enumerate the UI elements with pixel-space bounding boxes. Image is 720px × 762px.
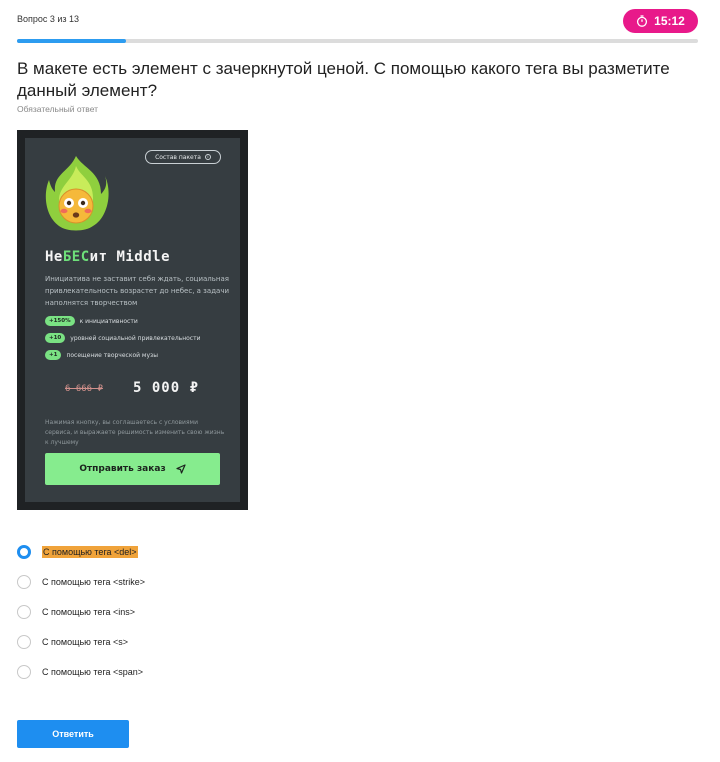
new-price: 5 000 ₽ (133, 380, 200, 396)
package-button: Состав пакета i (145, 150, 221, 164)
answer-option[interactable]: С помощью тега <del> (17, 543, 317, 561)
perk-badge: +150% (45, 316, 75, 326)
stopwatch-icon (637, 15, 648, 27)
perk-text: посещение творческой музы (66, 351, 158, 359)
perk-item: +10 уровней социальной привлекательности (45, 333, 201, 343)
question-counter: Вопрос 3 из 13 (17, 14, 80, 24)
order-button-label: Отправить заказ (79, 464, 166, 474)
radio-button[interactable] (17, 635, 31, 649)
answer-option-label[interactable]: С помощью тега <del> (42, 546, 138, 558)
package-button-label: Состав пакета (155, 153, 201, 161)
radio-button[interactable] (17, 545, 31, 559)
question-image: Состав пакета i НеБЕСит Middle Инициатив… (17, 130, 248, 510)
submit-button[interactable]: Ответить (17, 720, 129, 748)
product-title-accent: БЕС (62, 249, 90, 265)
product-title-suffix: ит Middle (89, 249, 171, 265)
product-description: Инициатива не заставит себя ждать, социа… (45, 275, 230, 307)
answer-option-label[interactable]: С помощью тега <s> (42, 637, 128, 647)
timer-value: 15:12 (654, 14, 685, 28)
perk-badge: +10 (45, 333, 66, 343)
answer-option-label[interactable]: С помощью тега <span> (42, 667, 143, 677)
required-label: Обязательный ответ (17, 104, 99, 114)
answer-option[interactable]: С помощью тега <span> (17, 663, 317, 681)
radio-button[interactable] (17, 665, 31, 679)
product-title: НеБЕСит Middle (45, 249, 170, 265)
send-icon (176, 464, 186, 474)
info-icon: i (204, 154, 211, 160)
radio-button[interactable] (17, 605, 31, 619)
fire-mascot-icon (45, 156, 109, 231)
product-title-prefix: Не (45, 249, 63, 265)
timer-badge: 15:12 (623, 9, 698, 33)
radio-button[interactable] (17, 575, 31, 589)
answer-option-label[interactable]: С помощью тега <strike> (42, 577, 145, 587)
progress-fill (17, 39, 126, 43)
perk-item: +150% к инициативности (45, 316, 138, 326)
product-card: Состав пакета i НеБЕСит Middle Инициатив… (25, 138, 240, 502)
perk-text: уровней социальной привлекательности (70, 334, 201, 342)
progress-bar (17, 39, 698, 43)
answer-option-label[interactable]: С помощью тега <ins> (42, 607, 135, 617)
answer-option[interactable]: С помощью тега <strike> (17, 573, 317, 591)
legal-text: Нажимая кнопку, вы соглашаетесь с услови… (45, 419, 225, 446)
order-button: Отправить заказ (45, 453, 220, 485)
perk-item: +1 посещение творческой музы (45, 350, 158, 360)
question-text: В макете есть элемент с зачеркнутой цено… (17, 59, 670, 100)
old-price: 6 666 ₽ (65, 384, 103, 394)
perk-text: к инициативности (79, 317, 138, 325)
answer-option[interactable]: С помощью тега <ins> (17, 603, 317, 621)
perk-badge: +1 (45, 350, 62, 360)
answer-option[interactable]: С помощью тега <s> (17, 633, 317, 651)
